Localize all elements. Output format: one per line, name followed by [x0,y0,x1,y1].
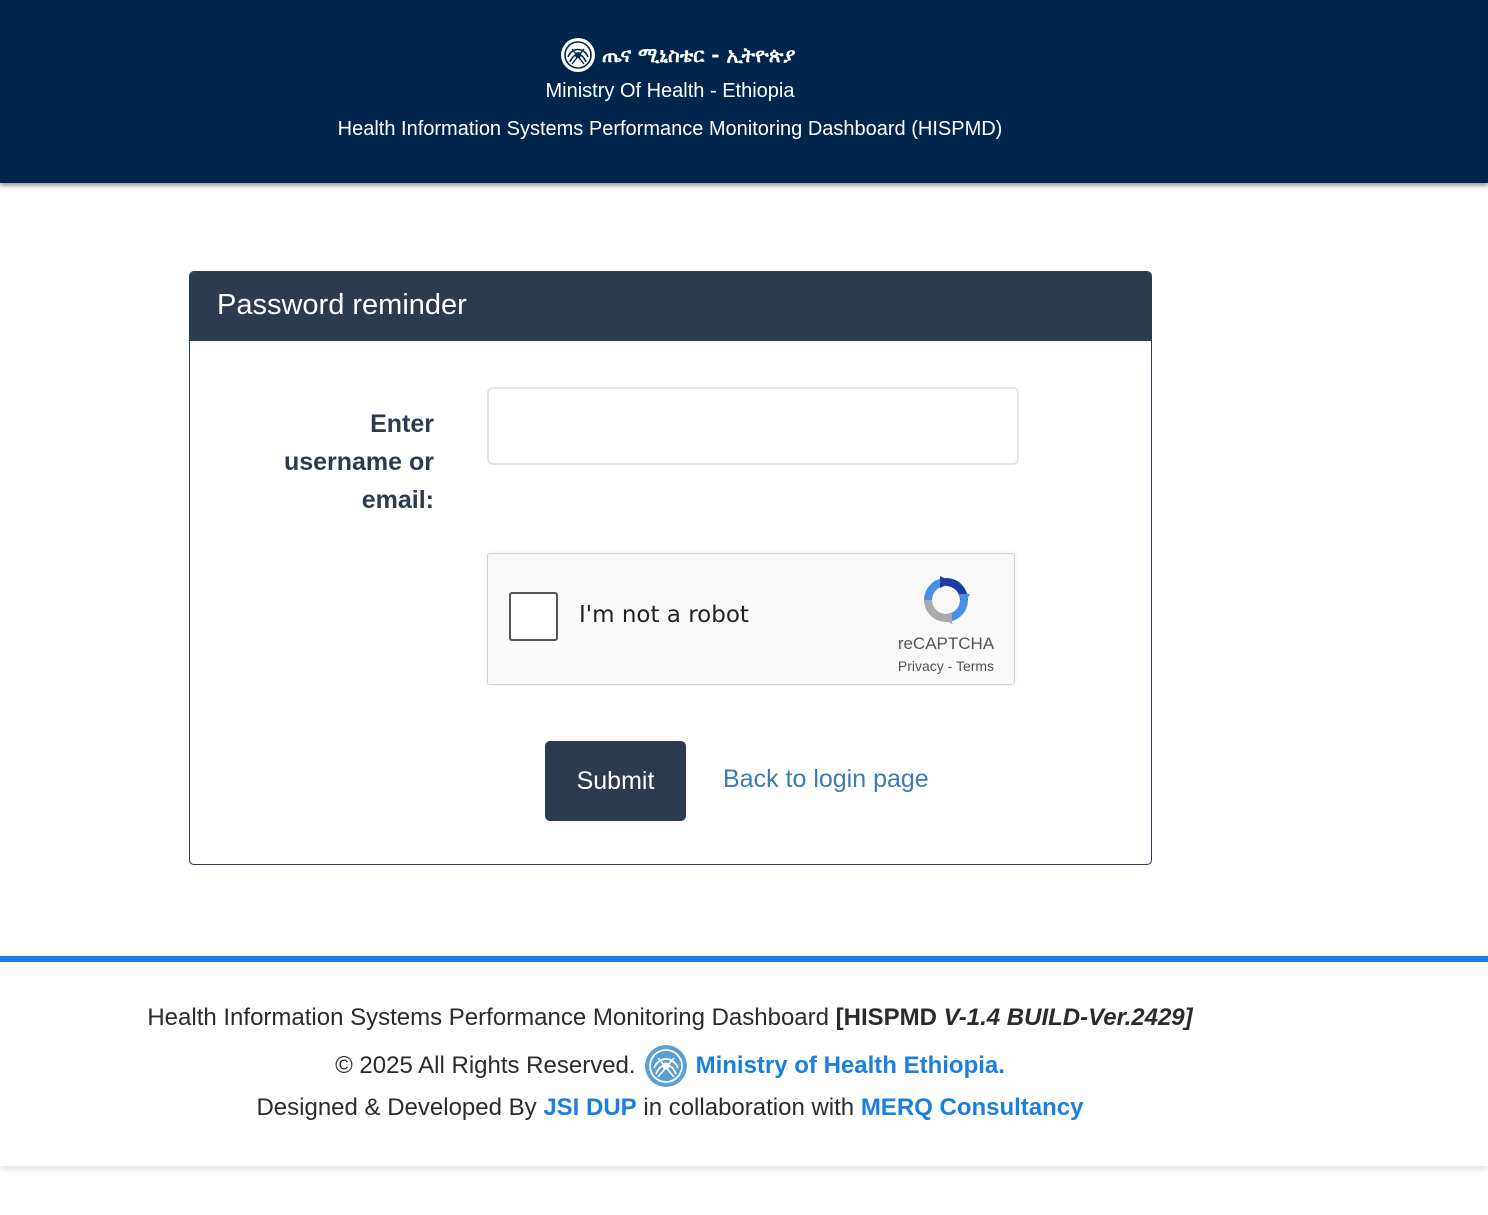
username-label: Enter username or email: [250,405,434,519]
ministry-link[interactable]: Ministry of Health Ethiopia. [696,1052,1005,1080]
header-system-name: Health Information Systems Performance M… [337,118,1003,140]
moh-emblem-icon [561,38,595,72]
footer-version: [HISPMD V-1.4 BUILD-Ver.2429] [836,1004,1193,1031]
password-reminder-card: Password reminder Enter username or emai… [189,271,1152,865]
page-footer: Health Information Systems Performance M… [0,962,1488,1166]
recaptcha-privacy-link[interactable]: Privacy [898,658,944,674]
username-label-line: email: [361,486,434,514]
recaptcha-brand: reCAPTCHA [897,634,995,653]
card-header: Password reminder [190,272,1151,341]
recaptcha-links-separator: - [943,658,956,674]
recaptcha-logo-icon [924,576,970,624]
footer-version-build: V-1.4 BUILD-Ver.2429] [943,1004,1193,1031]
back-to-login-link[interactable]: Back to login page [723,765,929,794]
recaptcha-checkbox[interactable] [509,592,558,641]
card-title: Password reminder [217,289,467,321]
footer-collab-text: in collaboration with [636,1094,861,1121]
username-label-line: Enter [370,410,434,438]
recaptcha-links: Privacy - Terms [868,658,1024,674]
footer-credits-line: Designed & Developed By JSI DUP in colla… [0,1094,1340,1122]
footer-system-line: Health Information Systems Performance M… [0,1004,1340,1032]
amharic-title-text: ጤና ሚኒስቴር - ኢትዮጵያ [602,43,796,67]
top-header: ጤና ሚኒስቴር - ኢትዮጵያ Ministry Of Health - Et… [0,0,1488,183]
merq-consultancy-link[interactable]: MERQ Consultancy [861,1094,1084,1121]
recaptcha-label: I'm not a robot [579,602,749,628]
moh-emblem-icon [644,1045,687,1087]
footer-version-prefix: [HISPMD [835,1004,944,1031]
recaptcha-widget: I'm not a robot reCAPTCHA Privacy - Term… [487,553,1015,685]
username-email-input[interactable] [487,387,1019,465]
header-amharic-title: ጤና ሚኒስቴር - ኢትዮጵያ [560,37,795,73]
header-ministry: Ministry Of Health - Ethiopia [545,80,795,102]
username-label-line: username or [283,448,434,476]
footer-system-name: Health Information Systems Performance M… [147,1004,836,1031]
jsi-dup-link[interactable]: JSI DUP [543,1094,636,1121]
recaptcha-terms-link[interactable]: Terms [956,658,994,674]
footer-designed-by: Designed & Developed By [256,1094,544,1121]
footer-copyright-line: © 2025 All Rights Reserved. Ministry of … [0,1044,1340,1088]
footer-copyright: © 2025 All Rights Reserved. [335,1052,636,1079]
submit-button[interactable]: Submit [545,741,686,821]
